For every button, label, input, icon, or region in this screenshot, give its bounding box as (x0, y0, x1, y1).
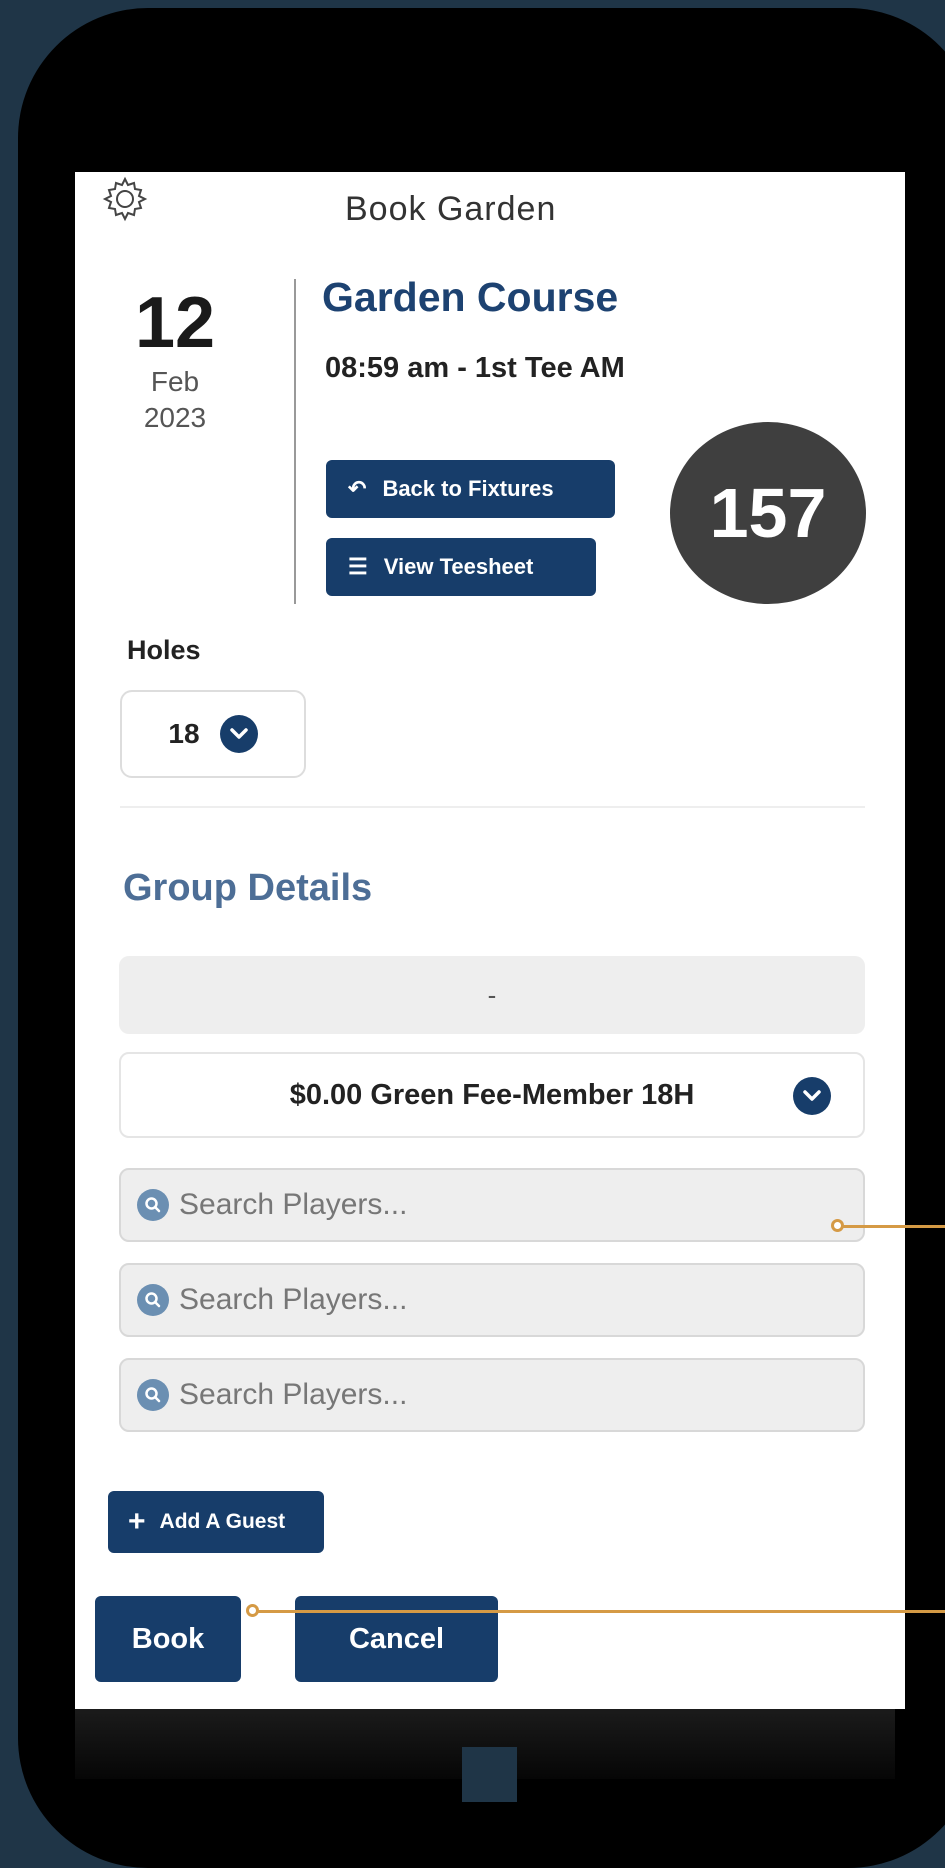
callout-line-search (841, 1225, 945, 1228)
search-players-field-3[interactable] (119, 1358, 865, 1432)
search-players-input-1[interactable] (179, 1188, 863, 1222)
search-icon (137, 1189, 169, 1221)
search-icon (137, 1379, 169, 1411)
callout-dot-book (246, 1604, 259, 1617)
player-slot-primary: - (119, 956, 865, 1034)
green-fee-select[interactable]: $0.00 Green Fee-Member 18H (119, 1052, 865, 1138)
page-title: Book Garden (345, 190, 557, 228)
callout-line-book (257, 1610, 945, 1613)
tee-time: 08:59 am - 1st Tee AM (325, 352, 625, 384)
section-divider (120, 806, 865, 808)
vertical-divider (294, 279, 296, 604)
player-slot-text: - (487, 979, 497, 1010)
search-players-input-3[interactable] (179, 1378, 863, 1412)
plus-icon: + (128, 1505, 146, 1538)
holes-value: 18 (168, 718, 200, 749)
holes-select[interactable]: 18 (120, 690, 306, 778)
app-screen: Book Garden 12 Feb 2023 Garden Course 08… (75, 172, 905, 1709)
home-button[interactable] (462, 1747, 517, 1802)
date-month: Feb (150, 366, 200, 397)
view-teesheet-button[interactable]: ☰ View Teesheet (326, 538, 596, 596)
search-icon (137, 1284, 169, 1316)
back-to-fixtures-label: Back to Fixtures (382, 476, 554, 501)
search-players-input-2[interactable] (179, 1283, 863, 1317)
date-year: 2023 (143, 402, 207, 433)
undo-arrow-icon: ↶ (348, 476, 367, 501)
book-button[interactable]: Book (95, 1596, 241, 1682)
search-players-field-1[interactable] (119, 1168, 865, 1242)
list-icon: ☰ (348, 554, 368, 579)
add-guest-button[interactable]: + Add A Guest (108, 1491, 324, 1553)
green-fee-value: $0.00 Green Fee-Member 18H (289, 1078, 695, 1111)
chevron-down-icon (793, 1077, 831, 1115)
cancel-button[interactable]: Cancel (295, 1596, 498, 1682)
view-teesheet-label: View Teesheet (383, 554, 534, 579)
callout-dot-search (831, 1219, 844, 1232)
add-guest-label: Add A Guest (159, 1510, 286, 1533)
booking-date: 12 Feb 2023 (115, 282, 235, 436)
group-details-title: Group Details (123, 867, 373, 909)
date-day: 12 (134, 283, 216, 363)
holes-label: Holes (127, 635, 201, 665)
gear-icon[interactable] (100, 174, 150, 224)
count-badge: 157 (670, 422, 866, 604)
course-name: Garden Course (322, 274, 619, 320)
back-to-fixtures-button[interactable]: ↶ Back to Fixtures (326, 460, 615, 518)
search-players-field-2[interactable] (119, 1263, 865, 1337)
chevron-down-icon (219, 715, 258, 753)
